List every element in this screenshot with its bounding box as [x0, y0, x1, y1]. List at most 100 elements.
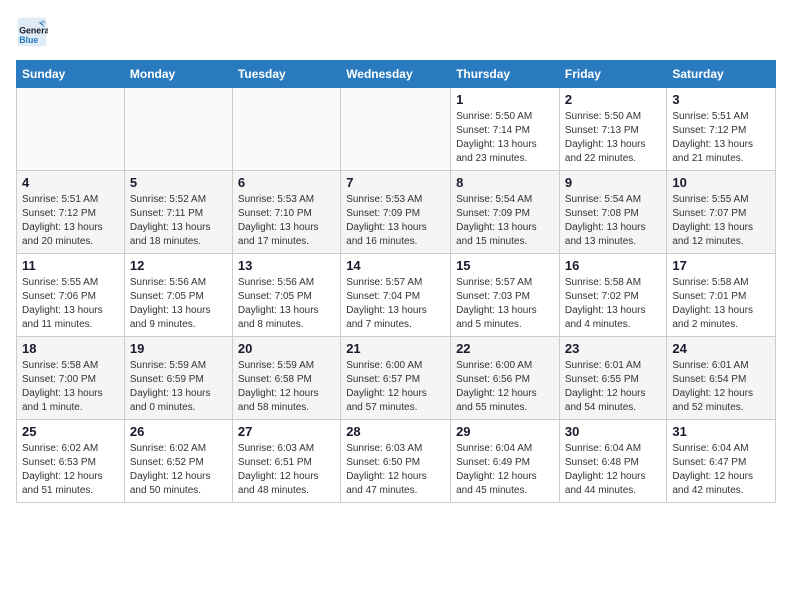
day-info: Sunrise: 5:57 AM Sunset: 7:03 PM Dayligh…: [456, 276, 554, 332]
day-number: 12: [130, 258, 227, 273]
day-info: Sunrise: 5:53 AM Sunset: 7:10 PM Dayligh…: [238, 193, 335, 249]
day-number: 21: [346, 341, 445, 356]
day-number: 2: [565, 92, 661, 107]
calendar-cell: 5 Sunrise: 5:52 AM Sunset: 7:11 PM Daylig…: [124, 171, 232, 254]
calendar-cell: 19Sunrise: 5:59 AM Sunset: 6:59 PM Dayli…: [124, 337, 232, 420]
day-number: 28: [346, 424, 445, 439]
day-info: Sunrise: 5:55 AM Sunset: 7:07 PM Dayligh…: [672, 193, 770, 249]
calendar-cell: 31Sunrise: 6:04 AM Sunset: 6:47 PM Dayli…: [667, 420, 776, 503]
calendar-cell: 10 Sunrise: 5:55 AM Sunset: 7:07 PM Dayli…: [667, 171, 776, 254]
calendar-cell: 23Sunrise: 6:01 AM Sunset: 6:55 PM Dayli…: [559, 337, 666, 420]
day-info: Sunrise: 5:52 AM Sunset: 7:11 PM Dayligh…: [130, 193, 227, 249]
calendar-week-row: 11Sunrise: 5:55 AM Sunset: 7:06 PM Dayli…: [17, 254, 776, 337]
day-info: Sunrise: 6:01 AM Sunset: 6:55 PM Dayligh…: [565, 359, 661, 415]
day-number: 6: [238, 175, 335, 190]
day-number: 19: [130, 341, 227, 356]
calendar-week-row: 4 Sunrise: 5:51 AM Sunset: 7:12 PM Daylig…: [17, 171, 776, 254]
calendar-cell: 28 Sunrise: 6:03 AM Sunset: 6:50 PM Dayli…: [341, 420, 451, 503]
weekday-header: Friday: [559, 61, 666, 88]
day-number: 1: [456, 92, 554, 107]
day-info: Sunrise: 5:56 AM Sunset: 7:05 PM Dayligh…: [130, 276, 227, 332]
calendar-week-row: 25 Sunrise: 6:02 AM Sunset: 6:53 PM Dayli…: [17, 420, 776, 503]
day-number: 5: [130, 175, 227, 190]
day-number: 22: [456, 341, 554, 356]
calendar-cell: 7Sunrise: 5:53 AM Sunset: 7:09 PM Daylig…: [341, 171, 451, 254]
day-info: Sunrise: 6:03 AM Sunset: 6:51 PM Dayligh…: [238, 442, 335, 498]
day-number: 10: [672, 175, 770, 190]
day-info: Sunrise: 6:02 AM Sunset: 6:52 PM Dayligh…: [130, 442, 227, 498]
day-info: Sunrise: 6:01 AM Sunset: 6:54 PM Dayligh…: [672, 359, 770, 415]
calendar-table: SundayMondayTuesdayWednesdayThursdayFrid…: [16, 60, 776, 503]
calendar-cell: 11Sunrise: 5:55 AM Sunset: 7:06 PM Dayli…: [17, 254, 125, 337]
calendar-cell: 4 Sunrise: 5:51 AM Sunset: 7:12 PM Daylig…: [17, 171, 125, 254]
calendar-cell: 2Sunrise: 5:50 AM Sunset: 7:13 PM Daylig…: [559, 88, 666, 171]
day-info: Sunrise: 6:04 AM Sunset: 6:48 PM Dayligh…: [565, 442, 661, 498]
calendar-week-row: 1 Sunrise: 5:50 AM Sunset: 7:14 PM Daylig…: [17, 88, 776, 171]
calendar-cell: 20Sunrise: 5:59 AM Sunset: 6:58 PM Dayli…: [232, 337, 340, 420]
day-number: 26: [130, 424, 227, 439]
day-info: Sunrise: 6:02 AM Sunset: 6:53 PM Dayligh…: [22, 442, 119, 498]
day-number: 24: [672, 341, 770, 356]
calendar-cell: 12 Sunrise: 5:56 AM Sunset: 7:05 PM Dayli…: [124, 254, 232, 337]
calendar-cell: 26 Sunrise: 6:02 AM Sunset: 6:52 PM Dayli…: [124, 420, 232, 503]
calendar-cell: 15 Sunrise: 5:57 AM Sunset: 7:03 PM Dayli…: [451, 254, 560, 337]
calendar-cell: 17Sunrise: 5:58 AM Sunset: 7:01 PM Dayli…: [667, 254, 776, 337]
calendar-cell: 8Sunrise: 5:54 AM Sunset: 7:09 PM Daylig…: [451, 171, 560, 254]
calendar-cell: 21 Sunrise: 6:00 AM Sunset: 6:57 PM Dayli…: [341, 337, 451, 420]
calendar-cell: [341, 88, 451, 171]
day-info: Sunrise: 6:00 AM Sunset: 6:57 PM Dayligh…: [346, 359, 445, 415]
day-info: Sunrise: 6:00 AM Sunset: 6:56 PM Dayligh…: [456, 359, 554, 415]
day-info: Sunrise: 6:04 AM Sunset: 6:49 PM Dayligh…: [456, 442, 554, 498]
calendar-cell: 29 Sunrise: 6:04 AM Sunset: 6:49 PM Dayli…: [451, 420, 560, 503]
calendar-cell: 30 Sunrise: 6:04 AM Sunset: 6:48 PM Dayli…: [559, 420, 666, 503]
calendar-cell: 13Sunrise: 5:56 AM Sunset: 7:05 PM Dayli…: [232, 254, 340, 337]
calendar-cell: 18 Sunrise: 5:58 AM Sunset: 7:00 PM Dayli…: [17, 337, 125, 420]
calendar-cell: 6 Sunrise: 5:53 AM Sunset: 7:10 PM Daylig…: [232, 171, 340, 254]
logo: General Blue: [16, 16, 48, 48]
svg-text:General: General: [19, 26, 48, 36]
day-number: 29: [456, 424, 554, 439]
svg-text:Blue: Blue: [19, 35, 38, 45]
day-info: Sunrise: 6:03 AM Sunset: 6:50 PM Dayligh…: [346, 442, 445, 498]
day-info: Sunrise: 5:51 AM Sunset: 7:12 PM Dayligh…: [672, 110, 770, 166]
day-info: Sunrise: 5:51 AM Sunset: 7:12 PM Dayligh…: [22, 193, 119, 249]
day-number: 3: [672, 92, 770, 107]
day-number: 15: [456, 258, 554, 273]
page-header: General Blue: [16, 16, 776, 48]
day-info: Sunrise: 5:50 AM Sunset: 7:14 PM Dayligh…: [456, 110, 554, 166]
calendar-cell: 27 Sunrise: 6:03 AM Sunset: 6:51 PM Dayli…: [232, 420, 340, 503]
day-number: 8: [456, 175, 554, 190]
calendar-cell: [232, 88, 340, 171]
calendar-cell: 3 Sunrise: 5:51 AM Sunset: 7:12 PM Daylig…: [667, 88, 776, 171]
calendar-cell: 9 Sunrise: 5:54 AM Sunset: 7:08 PM Daylig…: [559, 171, 666, 254]
logo-icon: General Blue: [16, 16, 48, 48]
day-info: Sunrise: 5:58 AM Sunset: 7:00 PM Dayligh…: [22, 359, 119, 415]
calendar-cell: [17, 88, 125, 171]
day-number: 18: [22, 341, 119, 356]
weekday-header: Monday: [124, 61, 232, 88]
calendar-cell: [124, 88, 232, 171]
day-number: 31: [672, 424, 770, 439]
calendar-cell: 16Sunrise: 5:58 AM Sunset: 7:02 PM Dayli…: [559, 254, 666, 337]
calendar-cell: 14Sunrise: 5:57 AM Sunset: 7:04 PM Dayli…: [341, 254, 451, 337]
day-info: Sunrise: 5:58 AM Sunset: 7:02 PM Dayligh…: [565, 276, 661, 332]
day-number: 13: [238, 258, 335, 273]
day-number: 30: [565, 424, 661, 439]
day-info: Sunrise: 5:54 AM Sunset: 7:08 PM Dayligh…: [565, 193, 661, 249]
day-number: 4: [22, 175, 119, 190]
weekday-header: Saturday: [667, 61, 776, 88]
calendar-header-row: SundayMondayTuesdayWednesdayThursdayFrid…: [17, 61, 776, 88]
day-number: 25: [22, 424, 119, 439]
day-number: 11: [22, 258, 119, 273]
day-number: 9: [565, 175, 661, 190]
calendar-cell: 25 Sunrise: 6:02 AM Sunset: 6:53 PM Dayli…: [17, 420, 125, 503]
day-number: 27: [238, 424, 335, 439]
calendar-week-row: 18 Sunrise: 5:58 AM Sunset: 7:00 PM Dayli…: [17, 337, 776, 420]
calendar-body: 1 Sunrise: 5:50 AM Sunset: 7:14 PM Daylig…: [17, 88, 776, 503]
calendar-cell: 1 Sunrise: 5:50 AM Sunset: 7:14 PM Daylig…: [451, 88, 560, 171]
day-info: Sunrise: 5:53 AM Sunset: 7:09 PM Dayligh…: [346, 193, 445, 249]
calendar-cell: 22 Sunrise: 6:00 AM Sunset: 6:56 PM Dayli…: [451, 337, 560, 420]
calendar-cell: 24 Sunrise: 6:01 AM Sunset: 6:54 PM Dayli…: [667, 337, 776, 420]
day-info: Sunrise: 5:57 AM Sunset: 7:04 PM Dayligh…: [346, 276, 445, 332]
day-info: Sunrise: 5:58 AM Sunset: 7:01 PM Dayligh…: [672, 276, 770, 332]
